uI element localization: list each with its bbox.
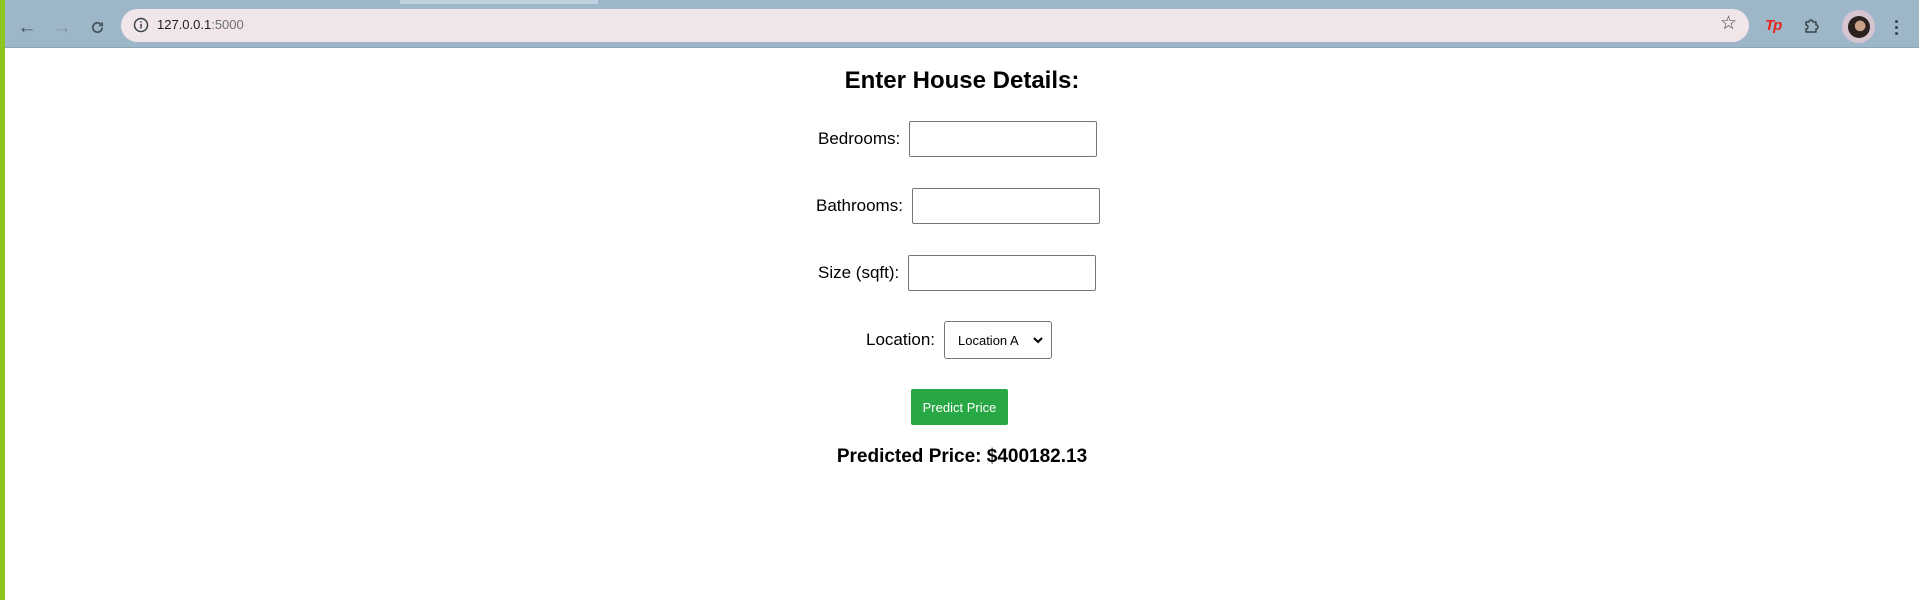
browser-toolbar: ← → 127.0.0.1:5000 ☆ Tp xyxy=(5,6,1919,47)
page-content: Enter House Details: Bedrooms: Bathrooms… xyxy=(5,48,1919,600)
location-label: Location: xyxy=(866,330,935,349)
bathrooms-label: Bathrooms: xyxy=(816,196,903,215)
bathrooms-input[interactable] xyxy=(911,188,1100,224)
form-heading: Enter House Details: xyxy=(844,67,1080,94)
predicted-price-result: Predicted Price: $400182.13 xyxy=(836,446,1088,467)
kebab-menu-icon[interactable] xyxy=(1891,16,1901,38)
browser-window: ← → 127.0.0.1:5000 ☆ Tp Enter House Deta… xyxy=(5,0,1919,600)
location-selected-value: Location A xyxy=(958,332,1019,348)
avatar-image xyxy=(1847,15,1870,38)
extensions-puzzle-icon[interactable] xyxy=(1802,16,1822,36)
reload-icon[interactable] xyxy=(83,13,111,41)
bathrooms-row: Bathrooms: xyxy=(816,188,1100,224)
location-row: Location: Location A xyxy=(866,321,1052,359)
extension-tp-icon[interactable]: Tp xyxy=(1765,17,1782,34)
size-label: Size (sqft): xyxy=(818,263,900,282)
address-bar[interactable]: 127.0.0.1:5000 ☆ xyxy=(121,9,1749,42)
location-select[interactable]: Location A xyxy=(944,321,1052,359)
bookmark-star-icon[interactable]: ☆ xyxy=(1720,14,1737,33)
active-tab[interactable] xyxy=(400,0,598,4)
size-row: Size (sqft): xyxy=(818,255,1097,291)
url-host: 127.0.0.1 xyxy=(157,17,212,32)
url-port: :5000 xyxy=(211,17,244,32)
site-info-icon[interactable] xyxy=(133,17,149,33)
back-arrow-icon[interactable]: ← xyxy=(13,13,41,41)
url-text[interactable]: 127.0.0.1:5000 xyxy=(157,17,244,32)
bedrooms-input[interactable] xyxy=(909,121,1098,157)
profile-avatar[interactable] xyxy=(1842,10,1875,43)
forward-arrow-icon[interactable]: → xyxy=(48,13,76,41)
bedrooms-label: Bedrooms: xyxy=(818,129,901,148)
predict-price-button[interactable]: Predict Price xyxy=(911,389,1008,425)
size-input[interactable] xyxy=(908,255,1097,291)
bedrooms-row: Bedrooms: xyxy=(818,121,1098,157)
chevron-down-icon xyxy=(1033,337,1043,344)
